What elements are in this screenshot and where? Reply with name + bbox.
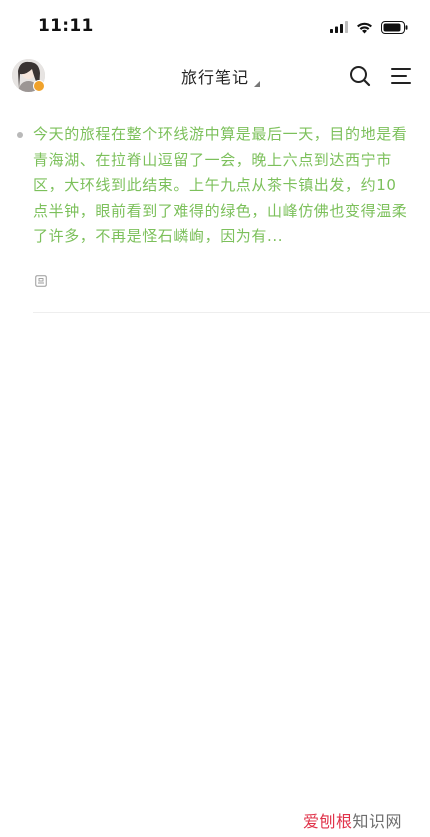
note-divider [33, 312, 430, 313]
watermark: 爱刨根知识网 [303, 808, 402, 832]
note-list-item[interactable]: 今天的旅程在整个环线游中算是最后一天，目的地是看青海湖、在拉脊山逗留了一会，晚上… [0, 118, 430, 314]
notes-screen: 11:11 旅行笔记 今天的旅程在整个环线游中算是最后一天，目的地是看青海湖、在… [0, 0, 430, 837]
note-bullet [17, 132, 23, 138]
menu-button[interactable] [389, 65, 413, 87]
watermark-suffix: 知识网 [352, 812, 402, 831]
menu-icon [391, 68, 411, 84]
status-icons [330, 19, 408, 35]
image-attachment-icon [35, 275, 47, 287]
cellular-signal-icon [330, 21, 348, 33]
title-dropdown-caret-icon[interactable] [254, 81, 260, 87]
wifi-icon [357, 22, 372, 33]
search-button[interactable] [348, 64, 372, 88]
search-icon [350, 66, 371, 87]
watermark-brand: 爱刨根 [302, 812, 353, 831]
page-title[interactable]: 旅行笔记 [181, 64, 249, 88]
app-header: 旅行笔记 [0, 52, 430, 102]
note-preview-text: 今天的旅程在整个环线游中算是最后一天，目的地是看青海湖、在拉脊山逗留了一会，晚上… [33, 125, 408, 245]
status-bar: 11:11 [0, 0, 430, 52]
battery-icon [381, 20, 408, 34]
status-time: 11:11 [38, 16, 94, 36]
